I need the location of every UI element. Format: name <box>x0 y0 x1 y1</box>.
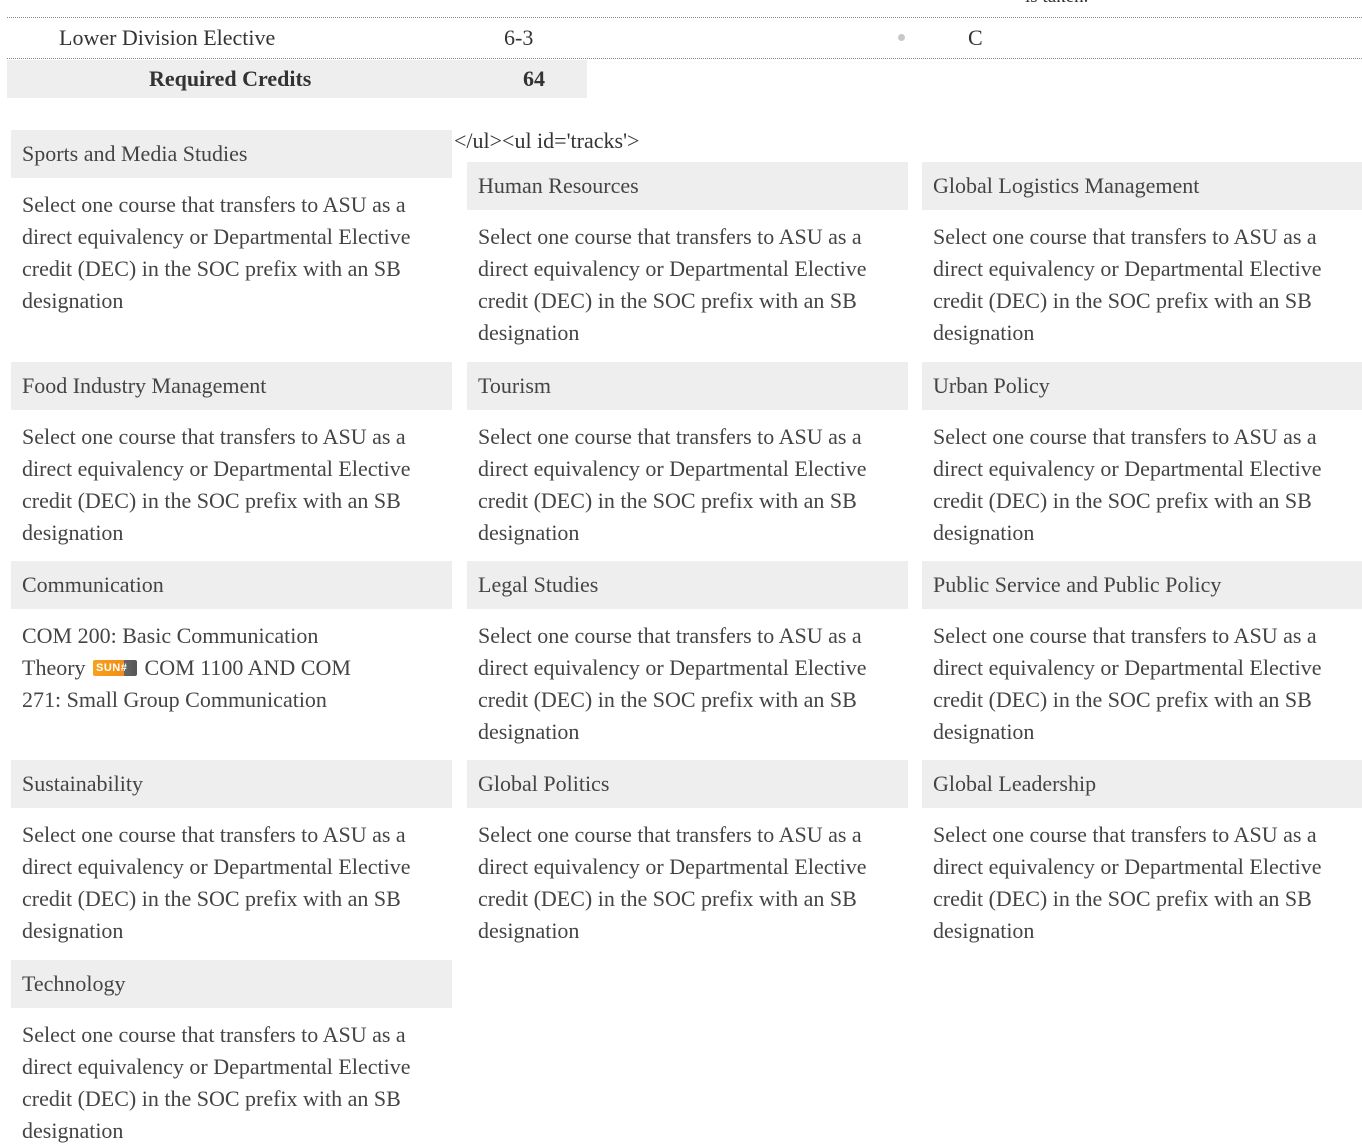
track-tourism[interactable]: Tourism Select one course that transfers… <box>467 362 908 549</box>
required-credits-label: Required Credits <box>149 66 312 91</box>
course-hours: 6-3 <box>504 25 534 50</box>
track-description: Select one course that transfers to ASU … <box>22 822 411 943</box>
track-title[interactable]: Food Industry Management <box>11 362 452 410</box>
track-global-leadership[interactable]: Global Leadership Select one course that… <box>922 760 1362 947</box>
track-legal-studies[interactable]: Legal Studies Select one course that tra… <box>467 561 908 748</box>
track-title[interactable]: Urban Policy <box>922 362 1362 410</box>
track-global-logistics[interactable]: Global Logistics Management Select one c… <box>922 162 1362 349</box>
track-global-politics[interactable]: Global Politics Select one course that t… <box>467 760 908 947</box>
track-description: Select one course that transfers to ASU … <box>478 424 867 545</box>
track-title[interactable]: Sports and Media Studies <box>11 130 452 178</box>
required-credits-row: Required Credits 64 <box>7 60 587 98</box>
track-sustainability[interactable]: Sustainability Select one course that tr… <box>11 760 452 947</box>
track-title[interactable]: Global Logistics Management <box>922 162 1362 210</box>
track-description: Select one course that transfers to ASU … <box>478 822 867 943</box>
track-title[interactable]: Global Leadership <box>922 760 1362 808</box>
track-description: Select one course that transfers to ASU … <box>478 224 867 345</box>
track-technology[interactable]: Technology Select one course that transf… <box>11 960 452 1147</box>
track-title[interactable]: Tourism <box>467 362 908 410</box>
track-title[interactable]: Sustainability <box>11 760 452 808</box>
track-public-service[interactable]: Public Service and Public Policy Select … <box>922 561 1362 748</box>
stray-markup-text: </ul><ul id='tracks'> <box>454 128 640 153</box>
track-title[interactable]: Technology <box>11 960 452 1008</box>
track-description: COM 200: Basic Communication Theory SUN#… <box>11 609 383 716</box>
sun-icon[interactable]: SUN# <box>93 660 138 677</box>
table-row: Lower Division Elective 6-3 C <box>7 18 1362 58</box>
course-grade: C <box>968 25 983 50</box>
track-human-resources[interactable]: Human Resources Select one course that t… <box>467 162 908 349</box>
track-title[interactable]: Global Politics <box>467 760 908 808</box>
track-sports-media[interactable]: Sports and Media Studies Select one cour… <box>11 130 452 317</box>
track-description: Select one course that transfers to ASU … <box>933 623 1322 744</box>
track-urban-policy[interactable]: Urban Policy Select one course that tran… <box>922 362 1362 549</box>
track-title[interactable]: Legal Studies <box>467 561 908 609</box>
track-title[interactable]: Public Service and Public Policy <box>922 561 1362 609</box>
track-title[interactable]: Human Resources <box>467 162 908 210</box>
row-divider <box>7 58 1362 59</box>
track-description: Select one course that transfers to ASU … <box>933 424 1322 545</box>
track-description: Select one course that transfers to ASU … <box>22 424 411 545</box>
track-description: Select one course that transfers to ASU … <box>933 822 1322 943</box>
track-description: Select one course that transfers to ASU … <box>933 224 1322 345</box>
truncated-note: is taken. <box>1025 0 1088 8</box>
track-communication[interactable]: Communication COM 200: Basic Communicati… <box>11 561 452 716</box>
track-description: Select one course that transfers to ASU … <box>478 623 867 744</box>
bullet-icon <box>898 34 905 41</box>
required-credits-value: 64 <box>523 66 545 91</box>
course-name: Lower Division Elective <box>59 25 276 50</box>
track-description: Select one course that transfers to ASU … <box>22 1022 411 1143</box>
track-description: Select one course that transfers to ASU … <box>22 192 411 313</box>
track-title[interactable]: Communication <box>11 561 452 609</box>
track-food-industry[interactable]: Food Industry Management Select one cour… <box>11 362 452 549</box>
